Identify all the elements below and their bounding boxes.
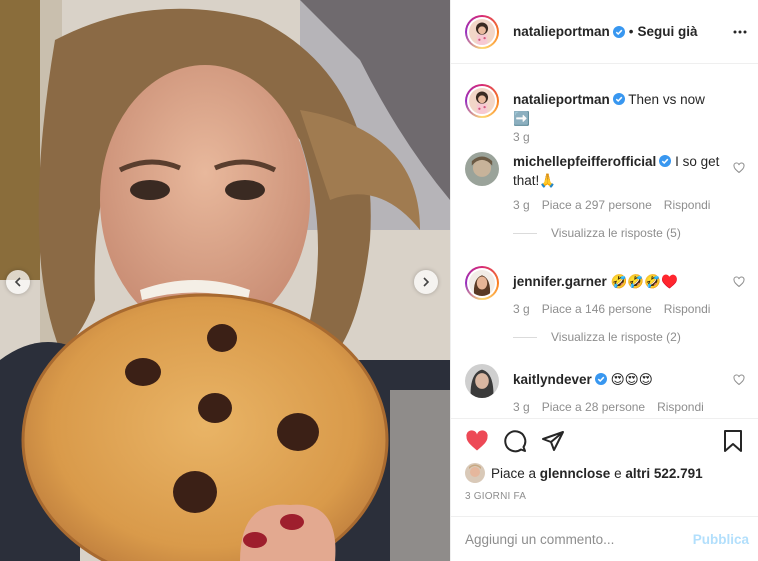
reply-button[interactable]: Rispondi [657,400,704,414]
verified-icon [659,155,672,167]
comment: jennifer.garner 🤣🤣🤣♥️ 3 g Piace a 146 pe… [465,266,745,344]
commenter-avatar[interactable] [465,266,499,300]
comment-username[interactable]: kaitlyndever [513,372,592,387]
comment-icon[interactable] [503,429,527,453]
carousel-next-button[interactable] [414,270,438,294]
comment-time[interactable]: 3 g [513,400,530,414]
commenter-avatar[interactable] [465,364,499,398]
caption: natalieportman Then vs now ➡️ 3 g [465,84,745,144]
likes-user[interactable]: glennclose [540,466,611,481]
comment-text: 😍😍😍 [610,372,653,387]
post-photo [0,0,450,561]
comment-username[interactable]: jennifer.garner [513,274,607,289]
reply-button[interactable]: Rispondi [664,302,711,316]
view-replies-button[interactable]: Visualizza le risposte (5) [513,226,745,240]
follow-button[interactable]: Segui già [638,24,698,39]
replies-divider [513,336,537,338]
heart-icon[interactable] [733,276,745,288]
instagram-post: natalieportman • Segui già natalieportma… [0,0,758,561]
view-replies-label: Visualizza le risposte (2) [551,330,681,344]
comments-list[interactable]: natalieportman Then vs now ➡️ 3 g michel… [451,64,758,418]
heart-icon[interactable] [733,162,745,174]
caption-avatar[interactable] [465,84,499,118]
chevron-left-icon [14,277,21,287]
author-username[interactable]: natalieportman [513,24,610,39]
comment-username[interactable]: michellepfeifferofficial [513,154,656,169]
comment: kaitlyndever 😍😍😍 3 g Piace a 28 persone … [465,364,745,414]
post-header: natalieportman • Segui già [451,0,758,64]
view-replies-label: Visualizza le risposte (5) [551,226,681,240]
comment-input[interactable] [465,531,693,547]
comment-time[interactable]: 3 g [513,198,530,212]
publish-button[interactable]: Pubblica [693,532,749,547]
carousel-prev-button[interactable] [6,270,30,294]
more-icon[interactable] [732,24,748,40]
separator-dot: • [628,24,634,39]
author-avatar[interactable] [465,14,499,49]
verified-icon [612,93,625,105]
heart-icon[interactable] [733,374,745,386]
commenter-avatar[interactable] [465,152,499,186]
add-comment-bar: Pubblica [451,516,758,561]
comment-likes[interactable]: Piace a 28 persone [542,400,645,414]
likes-conj: e [614,465,622,481]
comment-text: 🤣🤣🤣♥️ [610,274,678,289]
share-icon[interactable] [541,429,565,453]
reply-button[interactable]: Rispondi [664,198,711,212]
post-side-panel: natalieportman • Segui già natalieportma… [450,0,758,561]
caption-username[interactable]: natalieportman [513,92,610,107]
comment: michellepfeifferofficial I so get that!🙏… [465,152,745,240]
replies-divider [513,232,537,234]
heart-icon[interactable] [465,429,489,453]
bookmark-icon[interactable] [721,429,745,453]
post-actions: Piace a glennclose e altri 522.791 3 GIO… [451,418,758,526]
comment-likes[interactable]: Piace a 146 persone [542,302,652,316]
caption-time[interactable]: 3 g [513,130,530,144]
comment-time[interactable]: 3 g [513,302,530,316]
comment-likes[interactable]: Piace a 297 persone [542,198,652,212]
likes-others[interactable]: altri 522.791 [625,466,702,481]
likes-prefix: Piace a [491,465,537,481]
likes-summary[interactable]: Piace a glennclose e altri 522.791 [465,463,703,483]
liker-avatar [465,463,485,483]
chevron-right-icon [423,277,430,287]
view-replies-button[interactable]: Visualizza le risposte (2) [513,330,745,344]
verified-icon [594,373,607,385]
post-date[interactable]: 3 GIORNI FA [465,491,526,502]
verified-icon [612,25,625,38]
post-media[interactable] [0,0,450,561]
